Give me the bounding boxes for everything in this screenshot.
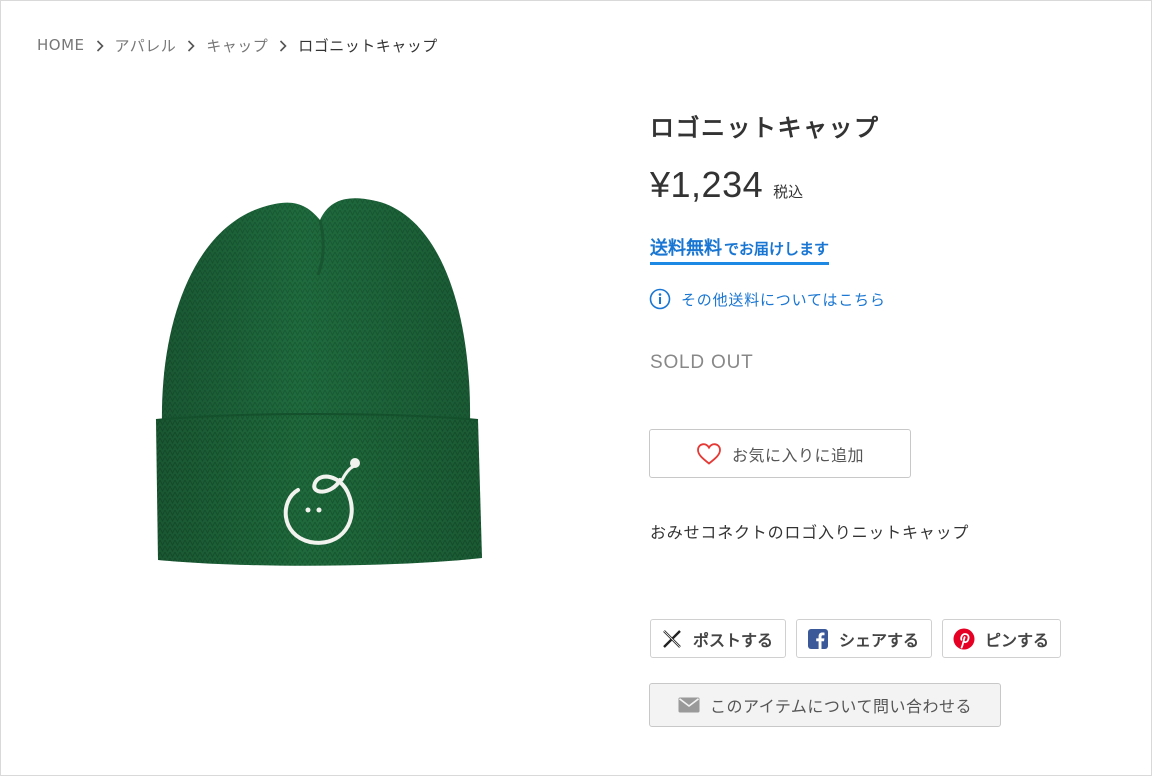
share-x-button[interactable]: ポストする: [650, 619, 786, 658]
product-description: おみせコネクトのロゴ入りニットキャップ: [650, 523, 970, 542]
price-row: ¥1,234 税込: [650, 164, 803, 206]
breadcrumb-cap[interactable]: キャップ: [206, 35, 268, 56]
free-shipping-banner: 送料無料 でお届けします: [650, 234, 830, 265]
share-x-label: ポストする: [693, 632, 774, 650]
share-facebook-button[interactable]: シェアする: [796, 619, 932, 658]
contact-label: このアイテムについて問い合わせる: [710, 699, 972, 716]
info-icon: [649, 288, 671, 310]
share-pinterest-label: ピンする: [985, 632, 1050, 650]
product-title: ロゴニットキャップ: [650, 114, 880, 142]
breadcrumb-home[interactable]: HOME: [37, 36, 85, 54]
product-image[interactable]: [120, 150, 600, 620]
breadcrumb-current: ロゴニットキャップ: [298, 36, 438, 55]
facebook-icon: [807, 628, 829, 650]
mail-icon: [678, 697, 700, 713]
shipping-info-label: その他送料についてはこちら: [681, 290, 886, 309]
add-to-favorites-button[interactable]: お気に入りに追加: [649, 429, 911, 478]
pinterest-icon: [953, 628, 975, 650]
share-buttons: ポストする シェアする ピンする: [650, 619, 1061, 658]
tax-label: 税込: [773, 183, 804, 201]
breadcrumb: HOME アパレル キャップ ロゴニットキャップ: [37, 34, 438, 56]
shipping-info-link[interactable]: その他送料についてはこちら: [649, 288, 886, 310]
stock-status: SOLD OUT: [650, 352, 754, 373]
shipping-message: でお届けします: [724, 240, 830, 258]
share-facebook-label: シェアする: [839, 632, 920, 650]
breadcrumb-apparel[interactable]: アパレル: [115, 35, 177, 56]
contact-about-item-button[interactable]: このアイテムについて問い合わせる: [649, 683, 1001, 727]
free-shipping-label: 送料無料: [650, 238, 722, 259]
chevron-right-icon: [268, 36, 298, 54]
x-logo-icon: [661, 628, 683, 650]
heart-icon: [696, 442, 722, 466]
product-price: ¥1,234: [650, 164, 764, 205]
chevron-right-icon: [85, 36, 115, 54]
share-pinterest-button[interactable]: ピンする: [942, 619, 1061, 658]
chevron-right-icon: [176, 36, 206, 54]
add-to-favorites-label: お気に入りに追加: [731, 447, 864, 465]
